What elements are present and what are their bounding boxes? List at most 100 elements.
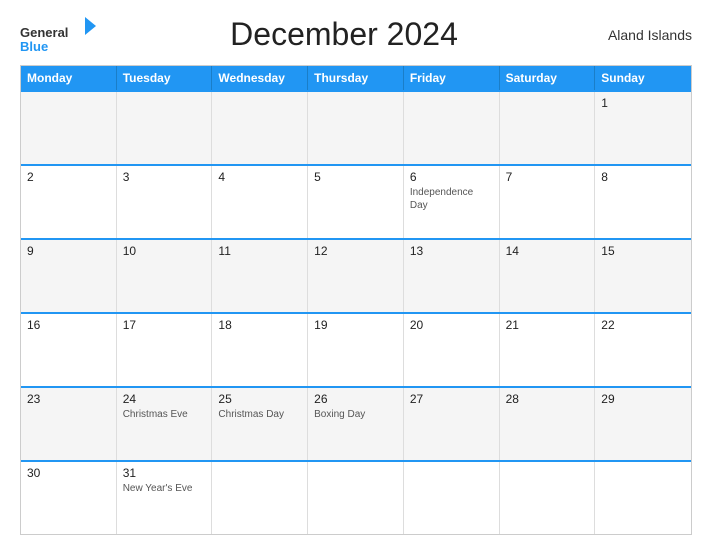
cal-cell: 28 bbox=[500, 388, 596, 460]
cal-cell: 6 Independence Day bbox=[404, 166, 500, 238]
day-number: 4 bbox=[218, 170, 301, 184]
calendar-header: MondayTuesdayWednesdayThursdayFridaySatu… bbox=[21, 66, 691, 90]
day-header-saturday: Saturday bbox=[500, 66, 596, 90]
header: General Blue December 2024 Aland Islands bbox=[20, 15, 692, 55]
cal-cell bbox=[21, 92, 117, 164]
day-header-wednesday: Wednesday bbox=[212, 66, 308, 90]
cal-cell bbox=[500, 92, 596, 164]
cal-cell: 11 bbox=[212, 240, 308, 312]
day-header-tuesday: Tuesday bbox=[117, 66, 213, 90]
day-number: 3 bbox=[123, 170, 206, 184]
day-number: 11 bbox=[218, 244, 301, 258]
day-number: 6 bbox=[410, 170, 493, 184]
cal-cell bbox=[595, 462, 691, 534]
day-number: 10 bbox=[123, 244, 206, 258]
cal-cell: 10 bbox=[117, 240, 213, 312]
cal-cell: 3 bbox=[117, 166, 213, 238]
day-number: 9 bbox=[27, 244, 110, 258]
cal-cell: 27 bbox=[404, 388, 500, 460]
day-event: Christmas Eve bbox=[123, 408, 206, 421]
day-number: 27 bbox=[410, 392, 493, 406]
day-number: 13 bbox=[410, 244, 493, 258]
day-number: 17 bbox=[123, 318, 206, 332]
cal-cell: 1 bbox=[595, 92, 691, 164]
cal-cell: 17 bbox=[117, 314, 213, 386]
cal-cell bbox=[212, 462, 308, 534]
week-row-1: 1 bbox=[21, 90, 691, 164]
day-number: 31 bbox=[123, 466, 206, 480]
day-number: 24 bbox=[123, 392, 206, 406]
cal-cell: 13 bbox=[404, 240, 500, 312]
cal-cell bbox=[117, 92, 213, 164]
cal-cell bbox=[404, 92, 500, 164]
day-event: Christmas Day bbox=[218, 408, 301, 421]
logo-flag-icon bbox=[74, 15, 96, 37]
week-row-5: 23 24 Christmas Eve 25 Christmas Day 26 Boxing… bbox=[21, 386, 691, 460]
day-number: 22 bbox=[601, 318, 685, 332]
cal-cell bbox=[308, 92, 404, 164]
cal-cell bbox=[500, 462, 596, 534]
day-number: 1 bbox=[601, 96, 685, 110]
cal-cell: 29 bbox=[595, 388, 691, 460]
day-number: 25 bbox=[218, 392, 301, 406]
logo-text: General Blue bbox=[20, 15, 96, 55]
day-number: 26 bbox=[314, 392, 397, 406]
day-number: 7 bbox=[506, 170, 589, 184]
day-number: 8 bbox=[601, 170, 685, 184]
day-header-thursday: Thursday bbox=[308, 66, 404, 90]
day-number: 21 bbox=[506, 318, 589, 332]
day-number: 30 bbox=[27, 466, 110, 480]
cal-cell: 20 bbox=[404, 314, 500, 386]
cal-cell: 7 bbox=[500, 166, 596, 238]
day-number: 18 bbox=[218, 318, 301, 332]
day-number: 19 bbox=[314, 318, 397, 332]
cal-cell: 19 bbox=[308, 314, 404, 386]
week-row-2: 23456 Independence Day 78 bbox=[21, 164, 691, 238]
day-number: 28 bbox=[506, 392, 589, 406]
cal-cell: 22 bbox=[595, 314, 691, 386]
day-number: 16 bbox=[27, 318, 110, 332]
cal-cell: 12 bbox=[308, 240, 404, 312]
cal-cell bbox=[212, 92, 308, 164]
cal-cell bbox=[308, 462, 404, 534]
logo: General Blue bbox=[20, 15, 96, 55]
day-event: Boxing Day bbox=[314, 408, 397, 421]
cal-cell: 18 bbox=[212, 314, 308, 386]
day-number: 29 bbox=[601, 392, 685, 406]
cal-cell: 24 Christmas Eve bbox=[117, 388, 213, 460]
week-row-4: 16 17 18 19 20 21 22 bbox=[21, 312, 691, 386]
page: General Blue December 2024 Aland Islands… bbox=[0, 0, 712, 550]
day-number: 23 bbox=[27, 392, 110, 406]
cal-cell: 16 bbox=[21, 314, 117, 386]
month-title: December 2024 bbox=[96, 16, 592, 53]
cal-cell: 15 bbox=[595, 240, 691, 312]
cal-cell: 9 bbox=[21, 240, 117, 312]
day-header-monday: Monday bbox=[21, 66, 117, 90]
day-number: 5 bbox=[314, 170, 397, 184]
day-number: 14 bbox=[506, 244, 589, 258]
cal-cell: 25 Christmas Day bbox=[212, 388, 308, 460]
cal-cell: 8 bbox=[595, 166, 691, 238]
logo-general: General bbox=[20, 25, 68, 40]
cal-cell: 2 bbox=[21, 166, 117, 238]
cal-cell: 5 bbox=[308, 166, 404, 238]
cal-cell bbox=[404, 462, 500, 534]
calendar: MondayTuesdayWednesdayThursdayFridaySatu… bbox=[20, 65, 692, 535]
day-number: 15 bbox=[601, 244, 685, 258]
day-number: 2 bbox=[27, 170, 110, 184]
day-event: New Year's Eve bbox=[123, 482, 206, 495]
calendar-body: 123456Independence Day789101112131415161… bbox=[21, 90, 691, 534]
cal-cell: 23 bbox=[21, 388, 117, 460]
cal-cell: 21 bbox=[500, 314, 596, 386]
day-number: 12 bbox=[314, 244, 397, 258]
logo-blue: Blue bbox=[20, 39, 48, 54]
day-number: 20 bbox=[410, 318, 493, 332]
day-header-friday: Friday bbox=[404, 66, 500, 90]
region-label: Aland Islands bbox=[592, 27, 692, 43]
day-event: Independence Day bbox=[410, 186, 493, 212]
cal-cell: 30 bbox=[21, 462, 117, 534]
day-header-sunday: Sunday bbox=[595, 66, 691, 90]
week-row-6: 30 31 New Year's Eve bbox=[21, 460, 691, 534]
week-row-3: 9 10 11 12 13 14 15 bbox=[21, 238, 691, 312]
cal-cell: 31 New Year's Eve bbox=[117, 462, 213, 534]
